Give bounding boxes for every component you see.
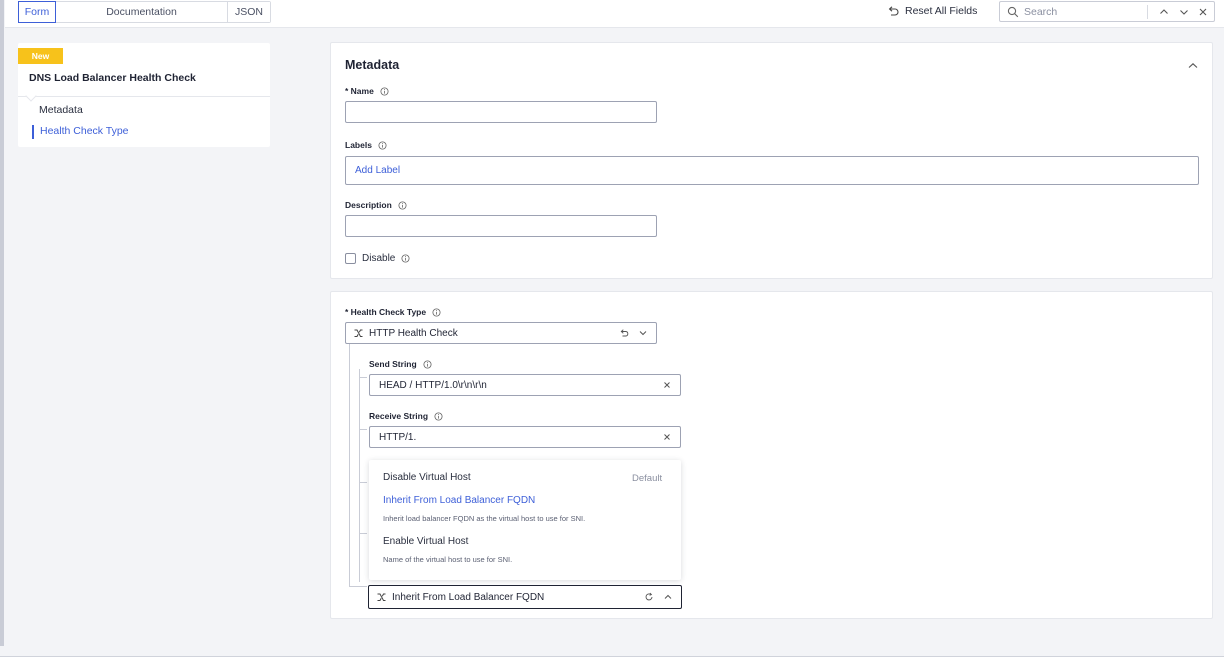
option-description: Name of the virtual host to use for SNI.: [383, 555, 513, 564]
branch-icon: [377, 593, 386, 601]
form-navigation-card: New DNS Load Balancer Health Check Metad…: [18, 43, 270, 147]
receive-string-actions: [662, 432, 672, 442]
collapse-chevron-up-icon[interactable]: [1187, 60, 1199, 72]
undo-icon[interactable]: [619, 328, 629, 338]
undo-icon: [888, 6, 899, 16]
search-prev-button[interactable]: [1157, 5, 1171, 19]
nav-active-indicator: [32, 125, 34, 139]
virtual-host-select[interactable]: Inherit From Load Balancer FQDN: [368, 585, 682, 609]
info-icon[interactable]: [401, 254, 410, 263]
send-string-input[interactable]: HEAD / HTTP/1.0\r\n\r\n: [369, 374, 681, 396]
virtual-host-actions: [644, 592, 673, 602]
tab-form[interactable]: Form: [18, 1, 56, 23]
form-title: DNS Load Balancer Health Check: [29, 72, 196, 84]
reset-all-fields-label: Reset All Fields: [905, 5, 978, 17]
info-icon[interactable]: [432, 307, 441, 317]
send-string-actions: [662, 380, 672, 390]
search-icon: [1007, 6, 1019, 17]
receive-string-label: Receive String: [369, 411, 429, 421]
health-check-type-label: * Health Check Type: [345, 307, 427, 317]
reset-all-fields-button[interactable]: Reset All Fields: [887, 5, 977, 17]
new-badge: New: [18, 48, 63, 64]
info-icon[interactable]: [380, 86, 389, 96]
tree-connector: [359, 482, 367, 483]
view-tabs: Form Documentation JSON: [18, 1, 271, 23]
tree-connector: [349, 586, 367, 587]
health-check-type-value: HTTP Health Check: [369, 327, 458, 339]
receive-string-label-row: Receive String: [369, 411, 443, 421]
tree-connector: [359, 533, 367, 534]
receive-string-input[interactable]: HTTP/1.: [369, 426, 681, 448]
virtual-host-dropdown-menu: Disable Virtual Host Default Inherit Fro…: [369, 460, 681, 580]
virtual-host-value: Inherit From Load Balancer FQDN: [392, 591, 545, 603]
nav-item-metadata[interactable]: Metadata: [39, 104, 83, 116]
branch-icon: [354, 329, 363, 337]
tree-connector: [359, 429, 367, 430]
option-enable-virtual-host[interactable]: Enable Virtual Host: [383, 536, 468, 547]
labels-label: Labels: [345, 140, 372, 150]
top-toolbar: Form Documentation JSON Reset All Fields: [5, 0, 1224, 28]
clear-icon[interactable]: [662, 432, 672, 442]
info-icon[interactable]: [423, 359, 432, 369]
clear-icon[interactable]: [662, 380, 672, 390]
left-edge-panel: [0, 0, 4, 646]
default-tag: Default: [632, 473, 663, 484]
nav-divider: [18, 96, 270, 97]
send-string-label-row: Send String: [369, 359, 432, 369]
description-input[interactable]: [345, 215, 657, 237]
close-icon: [1199, 8, 1207, 16]
tree-connector: [359, 377, 367, 378]
chevron-up-icon: [664, 594, 672, 599]
name-label: * Name: [345, 86, 374, 96]
option-description: Inherit load balancer FQDN as the virtua…: [383, 514, 586, 523]
info-icon[interactable]: [434, 411, 443, 421]
tab-json[interactable]: JSON: [228, 2, 270, 22]
health-check-type-select[interactable]: HTTP Health Check: [345, 322, 657, 344]
chevron-down-icon: [1180, 10, 1188, 15]
send-string-label: Send String: [369, 359, 417, 369]
send-string-value: HEAD / HTTP/1.0\r\n\r\n: [379, 379, 487, 391]
search-clear-button[interactable]: [1196, 5, 1210, 19]
health-check-type-label-row: * Health Check Type: [345, 307, 441, 317]
info-icon[interactable]: [378, 140, 387, 150]
description-label: Description: [345, 200, 392, 210]
metadata-title: Metadata: [345, 58, 400, 72]
info-icon[interactable]: [398, 200, 407, 210]
search-divider: [1147, 5, 1148, 19]
labels-label-row: Labels: [345, 140, 387, 150]
disable-row: Disable: [345, 253, 410, 264]
description-label-row: Description: [345, 200, 407, 210]
refresh-icon[interactable]: [644, 592, 654, 602]
tree-connector: [359, 369, 360, 582]
select-actions: [619, 328, 648, 338]
labels-input[interactable]: Add Label: [345, 156, 1199, 185]
option-disable-virtual-host[interactable]: Disable Virtual Host: [383, 472, 471, 483]
bottom-bar: [0, 657, 1224, 664]
nav-notch: [25, 90, 37, 102]
disable-checkbox[interactable]: [345, 253, 356, 264]
name-input[interactable]: [345, 101, 657, 123]
name-label-row: * Name: [345, 86, 389, 96]
tab-documentation[interactable]: Documentation: [56, 2, 228, 22]
health-check-section: * Health Check Type HTTP Health Check Se…: [330, 291, 1213, 619]
metadata-section: Metadata * Name Labels Add Label Descrip…: [330, 42, 1213, 279]
search-next-button[interactable]: [1177, 5, 1191, 19]
chevron-up-icon: [1160, 9, 1168, 14]
chevron-down-icon: [639, 331, 647, 336]
disable-label: Disable: [362, 253, 396, 264]
nav-item-health-check-type[interactable]: Health Check Type: [40, 125, 129, 137]
search-input[interactable]: [1024, 5, 1144, 18]
tree-connector: [349, 344, 350, 586]
option-inherit-from-load-balancer-fqdn[interactable]: Inherit From Load Balancer FQDN: [383, 495, 535, 506]
search-box: [999, 1, 1215, 22]
receive-string-value: HTTP/1.: [379, 431, 417, 443]
